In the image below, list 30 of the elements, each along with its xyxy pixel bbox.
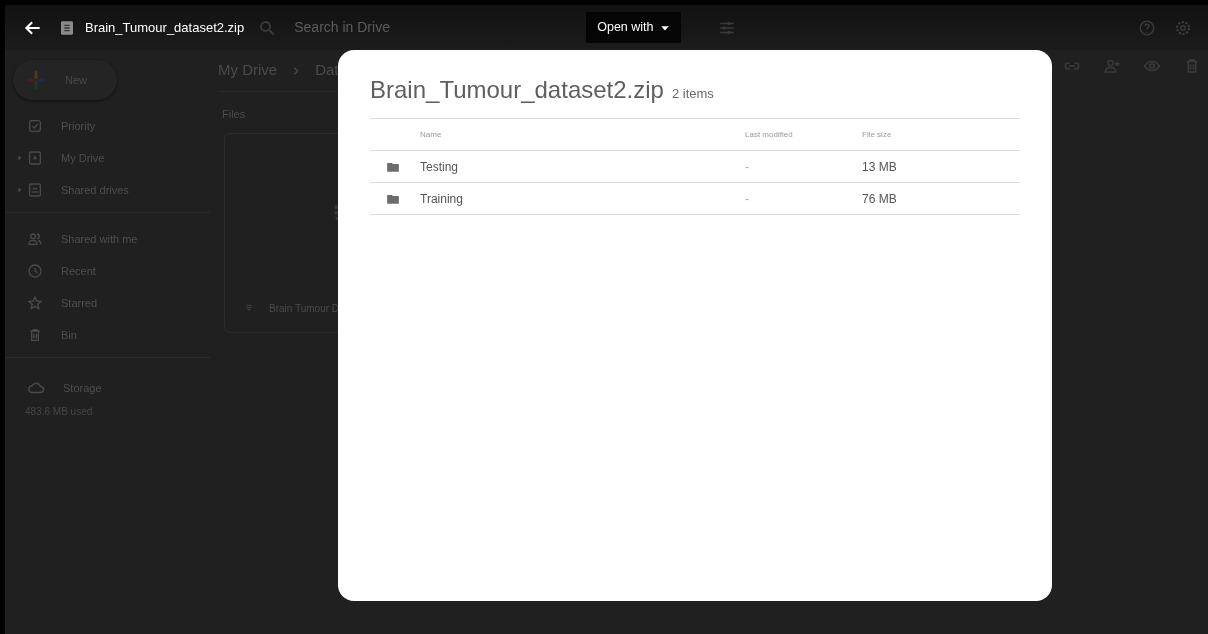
folder-icon — [386, 192, 400, 207]
column-header[interactable]: Last modified — [745, 128, 862, 141]
folder-name[interactable]: Testing — [420, 157, 745, 176]
dialog-title: Brain_Tumour_dataset2.zip — [370, 75, 664, 105]
archive-icon — [245, 304, 253, 312]
settings-icon[interactable] — [1174, 18, 1192, 37]
search-field[interactable]: Search in Drive — [292, 16, 493, 39]
file-size: 76 MB — [862, 190, 898, 208]
bin-icon — [27, 327, 43, 343]
modified-date: - — [745, 158, 750, 176]
document-icon — [59, 19, 75, 36]
help-icon[interactable] — [1138, 18, 1156, 37]
drive-icon — [27, 150, 43, 166]
plus-icon — [25, 69, 47, 91]
file-size: 13 MB — [862, 158, 898, 176]
item-count: 2 items — [671, 85, 714, 103]
shared-drive-icon — [27, 182, 43, 198]
column-header[interactable]: File size — [862, 128, 1020, 141]
clock-icon — [27, 263, 43, 279]
column-header[interactable]: Name — [420, 128, 745, 141]
modified-date: - — [745, 190, 750, 208]
folder-icon — [386, 160, 400, 175]
star-icon — [27, 295, 43, 311]
open-with-button[interactable]: Open with — [586, 12, 681, 43]
folder-name[interactable]: Training — [420, 189, 745, 208]
add-person-icon[interactable] — [1103, 57, 1121, 75]
search-icon — [258, 18, 277, 37]
checkbox-icon — [27, 118, 43, 134]
file-title: Brain_Tumour_dataset2.zip — [85, 18, 245, 37]
people-icon — [27, 231, 43, 247]
